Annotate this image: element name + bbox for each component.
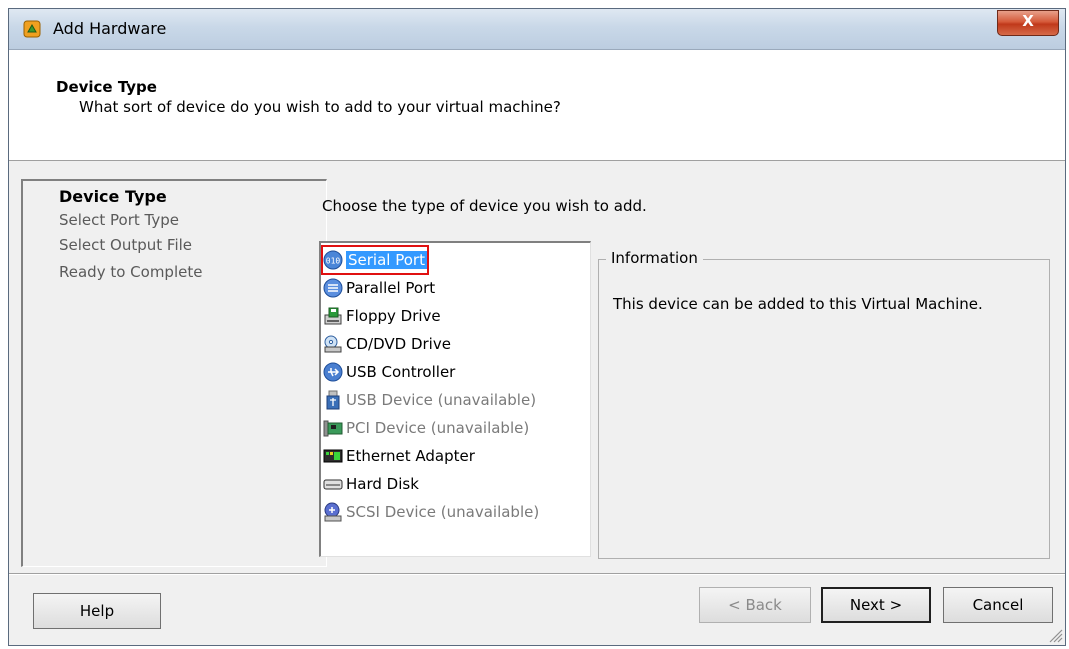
device-item-ethernet-adapter[interactable]: Ethernet Adapter bbox=[323, 443, 475, 469]
cancel-button-label: Cancel bbox=[972, 596, 1024, 614]
back-button[interactable]: < Back bbox=[699, 587, 811, 623]
step-select-output-file: Select Output File bbox=[59, 236, 193, 254]
next-button[interactable]: Next > bbox=[821, 587, 931, 623]
step-device-type: Device Type bbox=[59, 187, 167, 206]
usb-device-icon bbox=[326, 390, 340, 410]
wizard-steps-panel: Device Type Select Port Type Select Outp… bbox=[21, 179, 327, 567]
help-button-label: Help bbox=[79, 602, 115, 620]
device-item-pci-device[interactable]: PCI Device (unavailable) bbox=[323, 415, 529, 441]
device-item-serial-port[interactable]: 010 Serial Port bbox=[321, 245, 429, 275]
device-label: SCSI Device (unavailable) bbox=[346, 503, 540, 521]
device-label: PCI Device (unavailable) bbox=[346, 419, 530, 437]
close-icon: X bbox=[1022, 12, 1034, 30]
device-label: Serial Port bbox=[346, 251, 427, 269]
device-label: CD/DVD Drive bbox=[346, 335, 451, 353]
device-item-hard-disk[interactable]: Hard Disk bbox=[323, 471, 419, 497]
device-label: Floppy Drive bbox=[346, 307, 441, 325]
cancel-button[interactable]: Cancel bbox=[943, 587, 1053, 623]
parallel-port-icon bbox=[323, 278, 343, 298]
next-button-label: Next > bbox=[849, 596, 903, 614]
device-item-cd-dvd-drive[interactable]: CD/DVD Drive bbox=[323, 331, 451, 357]
floppy-drive-icon bbox=[324, 307, 342, 325]
close-button[interactable]: X bbox=[997, 10, 1059, 36]
serial-port-icon: 010 bbox=[323, 250, 343, 270]
information-text: This device can be added to this Virtual… bbox=[613, 295, 983, 313]
pci-device-icon bbox=[323, 420, 343, 437]
help-button[interactable]: Help bbox=[33, 593, 161, 629]
device-type-prompt: Choose the type of device you wish to ad… bbox=[322, 197, 647, 215]
device-item-floppy-drive[interactable]: Floppy Drive bbox=[323, 303, 441, 329]
title-bar[interactable]: Add Hardware X bbox=[9, 9, 1065, 50]
app-icon bbox=[23, 20, 41, 38]
device-item-parallel-port[interactable]: Parallel Port bbox=[323, 275, 435, 301]
svg-text:010: 010 bbox=[326, 257, 341, 266]
information-legend: Information bbox=[606, 249, 703, 267]
cd-dvd-drive-icon bbox=[324, 335, 342, 353]
device-label: Ethernet Adapter bbox=[346, 447, 475, 465]
device-type-list[interactable]: 010 Serial Port Parallel Port Floppy Dri… bbox=[319, 241, 591, 557]
device-label: USB Device (unavailable) bbox=[346, 391, 537, 409]
device-item-scsi-device[interactable]: SCSI Device (unavailable) bbox=[323, 499, 539, 525]
step-select-port-type: Select Port Type bbox=[59, 211, 179, 229]
window-title: Add Hardware bbox=[53, 19, 167, 38]
usb-controller-icon bbox=[323, 362, 343, 382]
footer-separator bbox=[9, 573, 1065, 575]
device-item-usb-device[interactable]: USB Device (unavailable) bbox=[323, 387, 536, 413]
step-ready-to-complete: Ready to Complete bbox=[59, 263, 203, 281]
add-hardware-window: Add Hardware X Device Type What sort of … bbox=[8, 8, 1066, 646]
device-label: USB Controller bbox=[346, 363, 456, 381]
scsi-device-icon bbox=[324, 502, 342, 522]
back-button-label: < Back bbox=[728, 596, 782, 614]
device-label: Parallel Port bbox=[346, 279, 436, 297]
ethernet-adapter-icon bbox=[323, 449, 343, 463]
resize-grip-icon[interactable] bbox=[1045, 625, 1063, 643]
header-title: Device Type bbox=[56, 78, 157, 96]
device-item-usb-controller[interactable]: USB Controller bbox=[323, 359, 455, 385]
header-subtitle: What sort of device do you wish to add t… bbox=[79, 98, 561, 116]
device-label: Hard Disk bbox=[346, 475, 419, 493]
hard-disk-icon bbox=[323, 479, 343, 490]
wizard-header: Device Type What sort of device do you w… bbox=[9, 50, 1065, 161]
